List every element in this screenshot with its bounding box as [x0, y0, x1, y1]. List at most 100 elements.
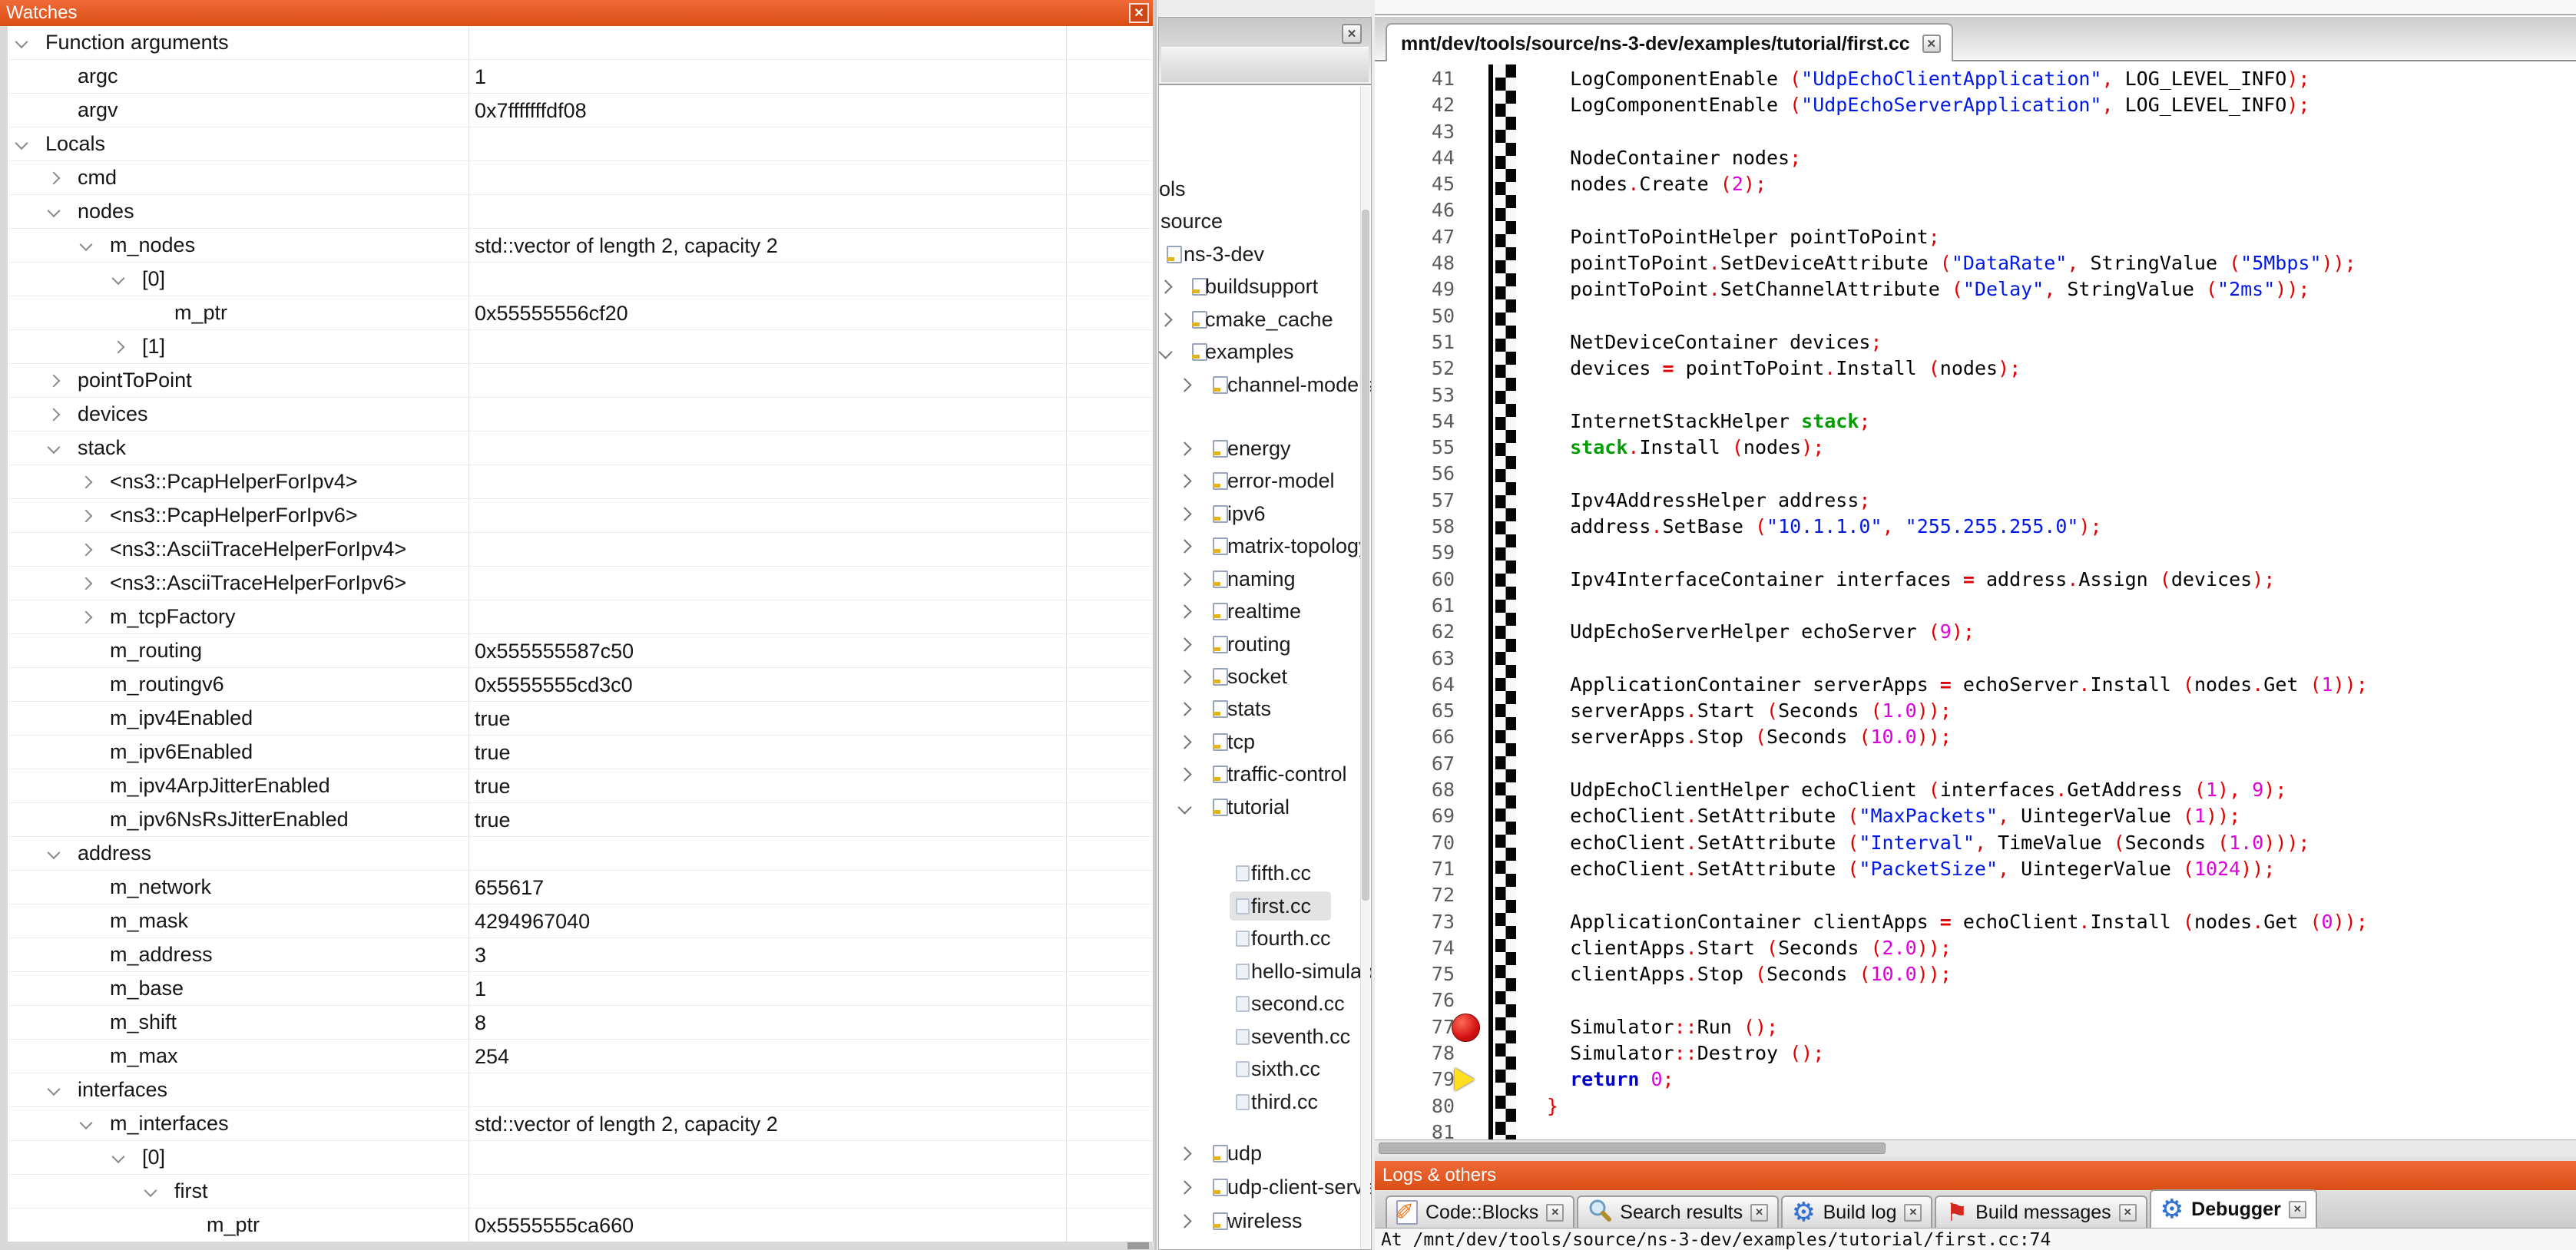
close-icon[interactable]: ✕: [1546, 1204, 1564, 1222]
line-number[interactable]: 68: [1375, 777, 1465, 803]
watch-row[interactable]: m_network655617: [9, 871, 1153, 904]
code-text[interactable]: Ipv4InterfaceContainer interfaces = addr…: [1547, 567, 2275, 593]
line-number[interactable]: 61: [1375, 593, 1465, 619]
chevron-right-icon[interactable]: [1177, 1214, 1191, 1228]
code-text[interactable]: echoClient.SetAttribute ("PacketSize", U…: [1547, 856, 2275, 882]
watch-row[interactable]: m_ptr0x55555556cf20: [9, 296, 1153, 330]
tree-item-third-cc[interactable]: third.cc: [1159, 1086, 1371, 1118]
close-icon[interactable]: ✕: [1342, 24, 1362, 44]
chevron-right-icon[interactable]: [1177, 539, 1191, 553]
line-number[interactable]: 43: [1375, 119, 1465, 145]
line-number[interactable]: 79: [1375, 1066, 1465, 1093]
editor-hscrollbar[interactable]: [1375, 1139, 2576, 1156]
tree-item-energy[interactable]: energy: [1159, 432, 1371, 465]
line-number[interactable]: 47: [1375, 224, 1465, 250]
expander-closed-icon[interactable]: [81, 545, 110, 554]
chevron-right-icon[interactable]: [1177, 767, 1191, 781]
watch-row[interactable]: m_ipv4Enabledtrue: [9, 702, 1153, 736]
code-text[interactable]: serverApps.Start (Seconds (1.0));: [1547, 698, 1952, 724]
expander-open-icon[interactable]: [81, 1119, 110, 1129]
tree-item-naming[interactable]: naming: [1159, 563, 1371, 595]
code-text[interactable]: stack.Install (nodes);: [1547, 435, 1824, 461]
logs-tab-debugger[interactable]: ⚙Debugger✕: [2150, 1189, 2317, 1228]
tree-item-error-model[interactable]: error-model: [1159, 465, 1371, 497]
chevron-right-icon[interactable]: [1177, 735, 1191, 749]
line-number[interactable]: 56: [1375, 461, 1465, 487]
watch-row[interactable]: m_ipv6Enabledtrue: [9, 736, 1153, 769]
code-text[interactable]: UdpEchoClientHelper echoClient (interfac…: [1547, 777, 2286, 803]
tree-item-realtime[interactable]: realtime: [1159, 595, 1371, 627]
close-icon[interactable]: ✕: [1129, 3, 1149, 23]
code-text[interactable]: clientApps.Stop (Seconds (10.0));: [1547, 961, 1952, 987]
chevron-right-icon[interactable]: [1177, 702, 1191, 716]
chevron-right-icon[interactable]: [1177, 474, 1191, 488]
line-number[interactable]: 42: [1375, 92, 1465, 118]
editor-tab-first-cc[interactable]: mnt/dev/tools/source/ns-3-dev/examples/t…: [1386, 23, 1953, 63]
expander-open-icon[interactable]: [114, 1153, 142, 1162]
expander-open-icon[interactable]: [81, 241, 110, 250]
line-number[interactable]: 63: [1375, 646, 1465, 672]
line-number[interactable]: 71: [1375, 856, 1465, 882]
expander-open-icon[interactable]: [17, 38, 45, 48]
watch-row[interactable]: devices: [9, 398, 1153, 432]
watch-row[interactable]: Function arguments: [9, 26, 1153, 60]
tree-item-hello-simulator-cc[interactable]: hello-simulator.cc: [1159, 955, 1371, 987]
line-number[interactable]: 64: [1375, 672, 1465, 698]
code-text[interactable]: return 0;: [1547, 1066, 1674, 1093]
line-number[interactable]: 59: [1375, 540, 1465, 566]
code-text[interactable]: echoClient.SetAttribute ("Interval", Tim…: [1547, 830, 2310, 856]
tree-item-fifth-cc[interactable]: fifth.cc: [1159, 857, 1371, 889]
line-number[interactable]: 51: [1375, 329, 1465, 355]
close-icon[interactable]: ✕: [2289, 1201, 2306, 1219]
expander-closed-icon[interactable]: [81, 511, 110, 521]
watch-row[interactable]: m_base1: [9, 972, 1153, 1006]
watches-hscrollbar[interactable]: [0, 1242, 1154, 1250]
watches-titlebar[interactable]: Watches ✕: [0, 0, 1153, 26]
line-number[interactable]: 45: [1375, 171, 1465, 197]
code-text[interactable]: ApplicationContainer clientApps = echoCl…: [1547, 909, 2368, 935]
expander-closed-icon[interactable]: [49, 410, 78, 419]
tree-vscrollbar[interactable]: [1360, 87, 1370, 1249]
tree-item-stats[interactable]: stats: [1159, 693, 1371, 725]
watch-row[interactable]: cmd: [9, 161, 1153, 195]
watch-row[interactable]: Locals: [9, 127, 1153, 161]
watch-row[interactable]: <ns3::AsciiTraceHelperForIpv4>: [9, 533, 1153, 567]
watch-row[interactable]: argc1: [9, 60, 1153, 94]
line-number[interactable]: 52: [1375, 355, 1465, 382]
tree-item-source[interactable]: source: [1159, 205, 1371, 237]
code-text[interactable]: Ipv4AddressHelper address;: [1547, 488, 1870, 514]
breakpoint-icon[interactable]: [1452, 1014, 1480, 1042]
line-number[interactable]: 70: [1375, 830, 1465, 856]
watch-row[interactable]: first: [9, 1175, 1153, 1209]
tree-item-socket[interactable]: socket: [1159, 660, 1371, 693]
chevron-down-icon[interactable]: [1177, 800, 1191, 814]
line-number[interactable]: 80: [1375, 1093, 1465, 1119]
expander-open-icon[interactable]: [146, 1187, 174, 1196]
tree-item-tutorial[interactable]: tutorial: [1159, 791, 1371, 823]
expander-closed-icon[interactable]: [49, 376, 78, 385]
tree-item-tcp[interactable]: tcp: [1159, 726, 1371, 758]
code-text[interactable]: NetDeviceContainer devices;: [1547, 329, 1882, 355]
line-number[interactable]: 81: [1375, 1119, 1465, 1139]
watch-row[interactable]: m_nodesstd::vector of length 2, capacity…: [9, 229, 1153, 263]
code-text[interactable]: Simulator::Run ();: [1547, 1014, 1778, 1040]
expander-open-icon[interactable]: [114, 275, 142, 284]
chevron-right-icon[interactable]: [1177, 378, 1191, 392]
tree-item-second-cc[interactable]: second.cc: [1159, 987, 1371, 1020]
code-text[interactable]: NodeContainer nodes;: [1547, 145, 1801, 171]
watch-row[interactable]: stack: [9, 432, 1153, 465]
line-number[interactable]: 49: [1375, 276, 1465, 303]
expander-open-icon[interactable]: [49, 849, 78, 858]
watch-row[interactable]: [0]: [9, 263, 1153, 296]
tree-item-udp-client-server[interactable]: udp-client-server: [1159, 1171, 1371, 1203]
close-icon[interactable]: ✕: [2119, 1204, 2137, 1222]
line-number[interactable]: 50: [1375, 303, 1465, 329]
tree-item-ipv6[interactable]: ipv6: [1159, 498, 1371, 530]
expander-open-icon[interactable]: [49, 207, 78, 217]
code-text[interactable]: devices = pointToPoint.Install (nodes);: [1547, 355, 2021, 382]
code-text[interactable]: LogComponentEnable ("UdpEchoServerApplic…: [1547, 92, 2309, 118]
chevron-right-icon[interactable]: [1177, 1146, 1191, 1160]
code-text[interactable]: echoClient.SetAttribute ("MaxPackets", U…: [1547, 803, 2240, 829]
watch-row[interactable]: <ns3::AsciiTraceHelperForIpv6>: [9, 567, 1153, 600]
watch-row[interactable]: m_mask4294967040: [9, 904, 1153, 938]
